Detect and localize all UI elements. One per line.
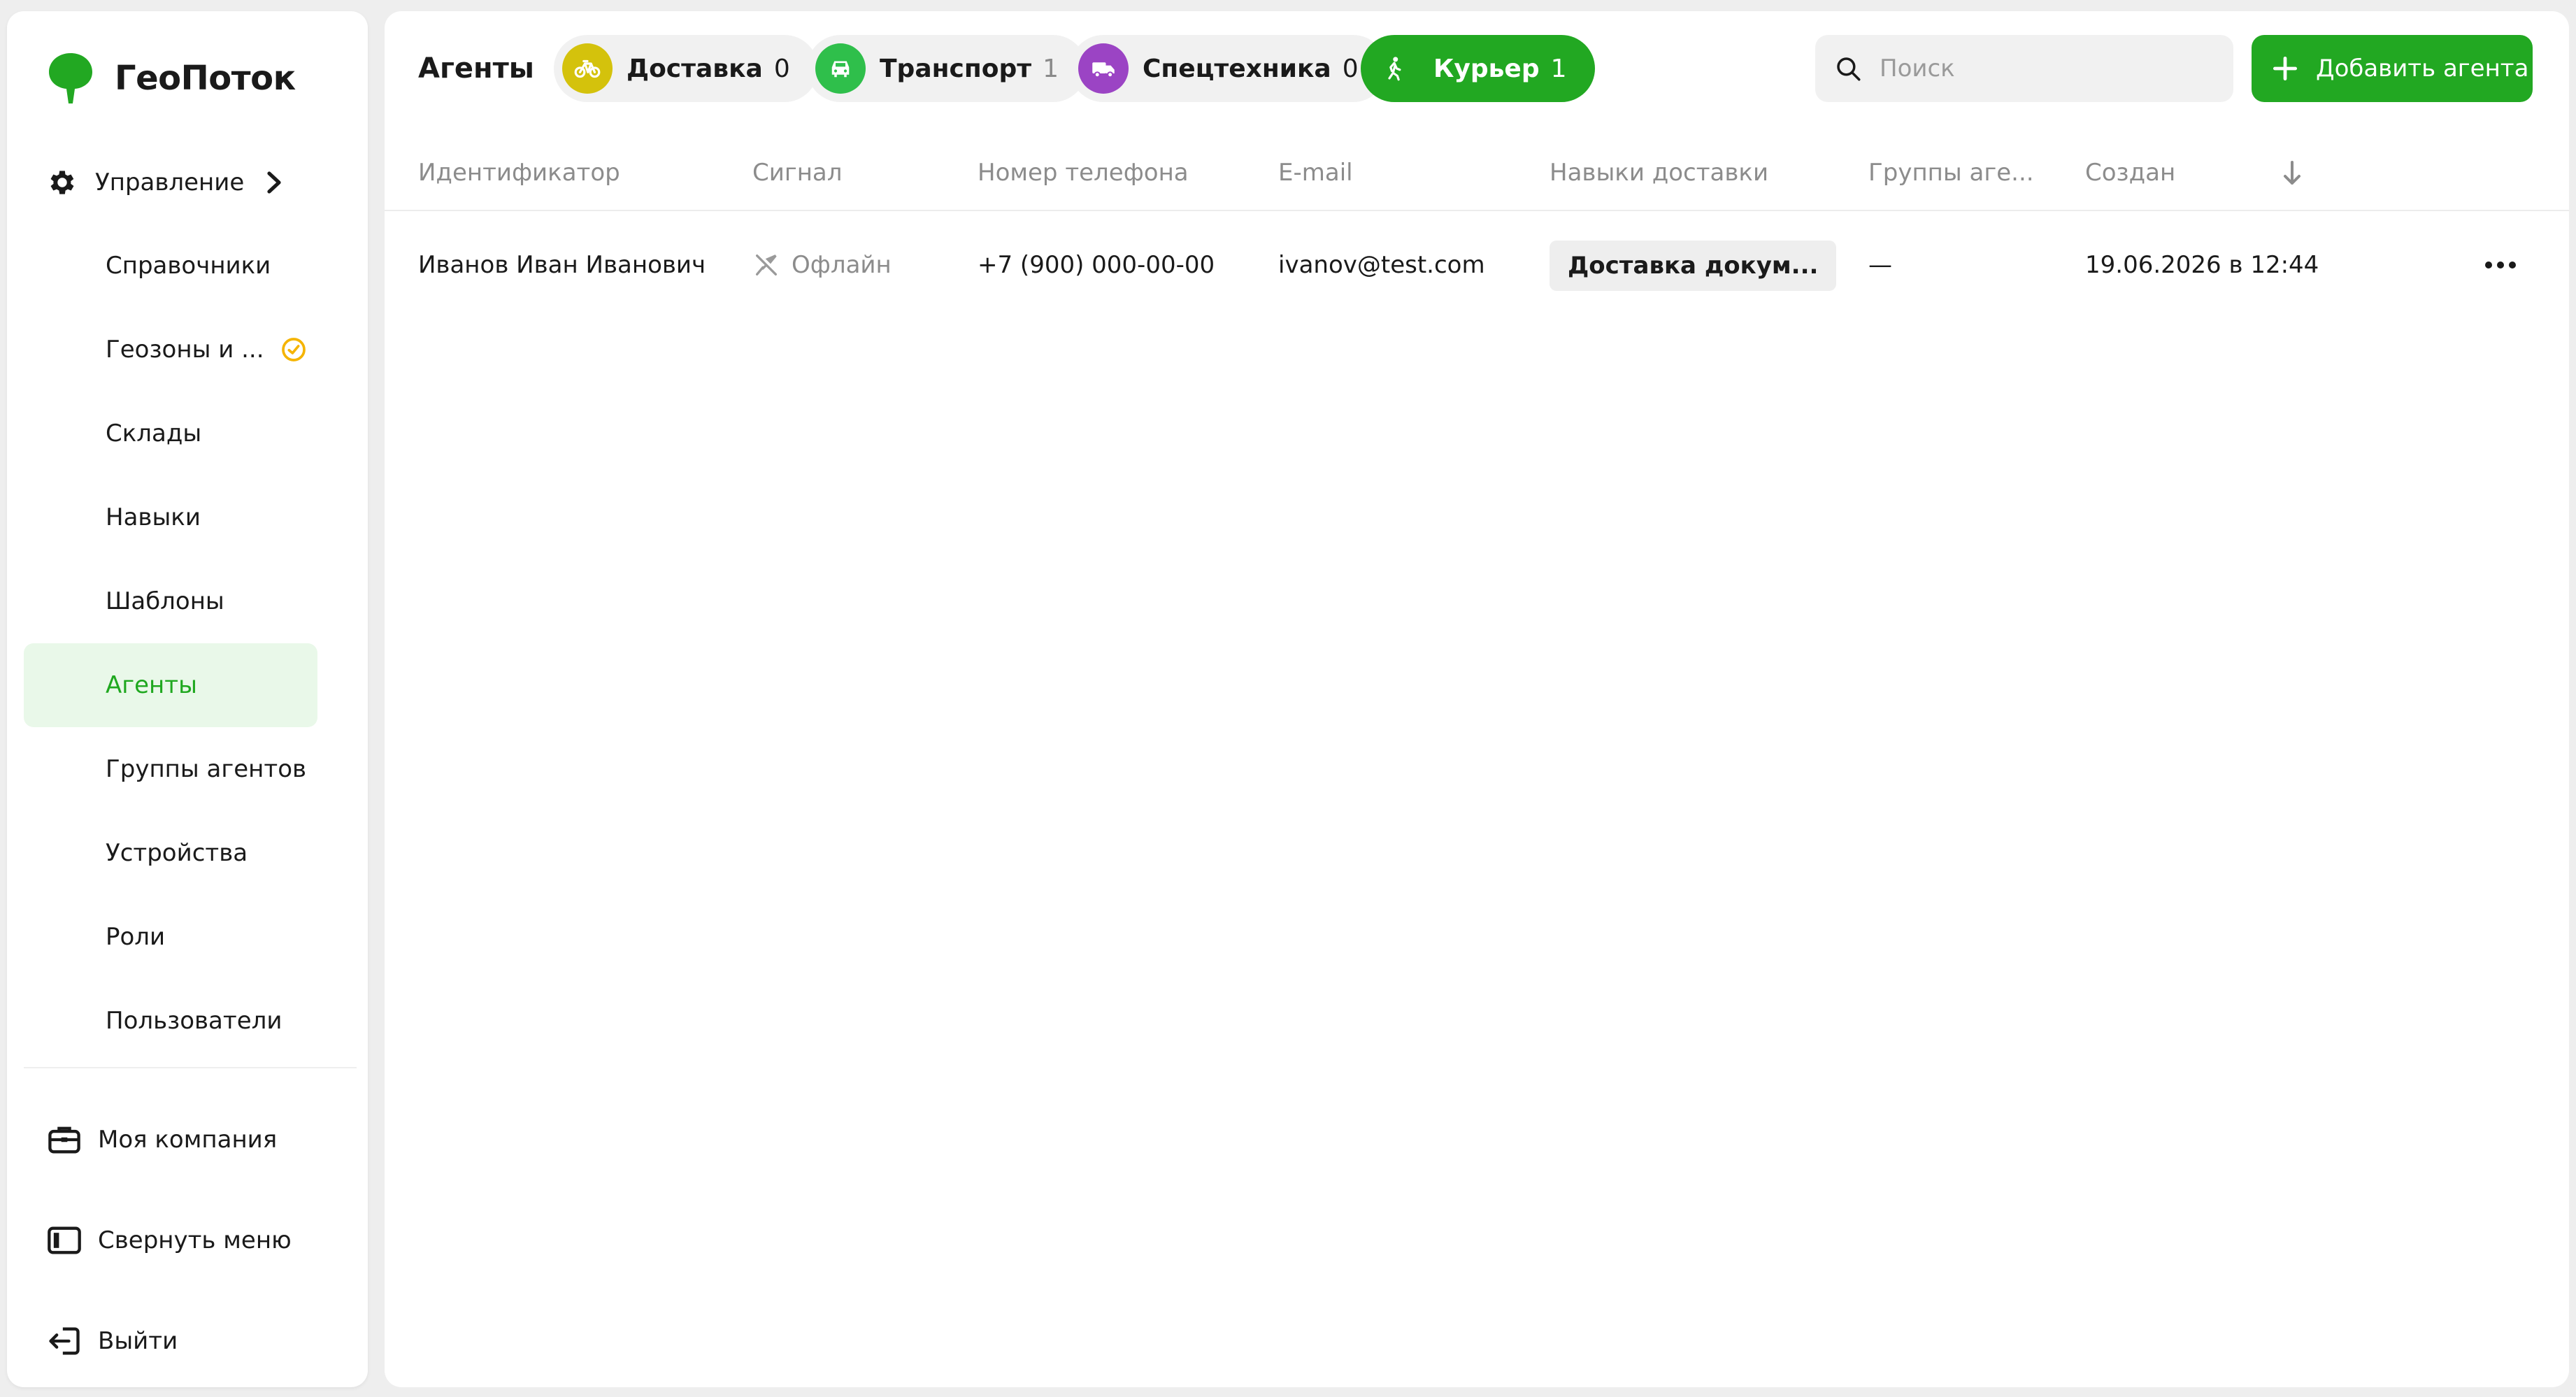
add-agent-label: Добавить агента — [2316, 55, 2529, 83]
column-header-delivery-skills[interactable]: Навыки доставки — [1550, 134, 1768, 211]
sidebar-item-label: Пользователи — [106, 1007, 282, 1035]
sidebar-item-label: Справочники — [106, 252, 271, 280]
chip-icon-circle — [1078, 43, 1129, 94]
column-header-created[interactable]: Создан — [2085, 134, 2175, 211]
chip-count: 0 — [773, 54, 790, 83]
sidebar-item-skills[interactable]: Навыки — [24, 475, 317, 559]
sidebar-item-warehouses[interactable]: Склады — [24, 392, 317, 475]
sidebar-item-devices[interactable]: Устройства — [24, 811, 317, 895]
cell-identifier: Иванов Иван Иванович — [418, 251, 706, 279]
chip-icon-circle — [815, 43, 866, 94]
sidebar-item-directories[interactable]: Справочники — [24, 224, 317, 308]
sidebar-divider — [24, 1067, 357, 1068]
sidebar-item-label: Склады — [106, 420, 202, 447]
sidebar-item-templates[interactable]: Шаблоны — [24, 559, 317, 643]
bicycle-icon — [574, 59, 601, 78]
sidebar-item-label: Шаблоны — [106, 587, 224, 615]
brand[interactable]: ГеоПоток — [46, 50, 296, 106]
add-agent-button[interactable]: Добавить агента — [2252, 35, 2533, 102]
column-header-agent-groups[interactable]: Группы аге... — [1868, 134, 2034, 211]
cell-phone: +7 (900) 000-00-00 — [978, 251, 1215, 279]
filter-chip-special-equipment[interactable]: Спецтехника 0 — [1070, 35, 1387, 102]
sidebar-item-label: Моя компания — [98, 1126, 278, 1154]
sidebar-item-label: Свернуть меню — [98, 1226, 292, 1254]
logout-icon — [49, 1327, 80, 1355]
skill-tag[interactable]: Доставка докум... — [1550, 241, 1837, 291]
gear-icon — [50, 171, 74, 194]
column-header-email[interactable]: E-mail — [1278, 134, 1353, 211]
brand-name: ГеоПоток — [115, 59, 296, 98]
cell-email: ivanov@test.com — [1278, 251, 1485, 279]
sidebar-group-label: Управление — [95, 169, 245, 196]
sidebar-item-agent-groups[interactable]: Группы агентов — [24, 727, 317, 811]
sidebar-item-geozones[interactable]: Геозоны и ... — [24, 308, 317, 392]
sidebar-item-label: Агенты — [106, 671, 197, 699]
sidebar-item-users[interactable]: Пользователи — [24, 979, 317, 1063]
main-panel: Агенты Доставка 0 Транспорт 1 Спецтехник… — [385, 11, 2569, 1387]
sidebar-item-label: Навыки — [106, 503, 201, 531]
sort-descending-icon[interactable] — [2278, 158, 2306, 189]
cell-signal: Офлайн — [752, 213, 892, 317]
chip-icon-circle — [1369, 43, 1419, 94]
walking-person-icon — [1388, 57, 1401, 81]
filter-chip-transport[interactable]: Транспорт 1 — [807, 35, 1087, 102]
sidebar: ГеоПоток Управление Справочники Геозоны … — [7, 11, 368, 1387]
sidebar-group-management[interactable]: Управление — [46, 158, 283, 207]
column-header-signal[interactable]: Сигнал — [752, 134, 843, 211]
no-signal-icon — [756, 255, 777, 275]
plus-icon — [2273, 56, 2298, 81]
sidebar-item-label: Устройства — [106, 839, 248, 867]
filter-chip-delivery[interactable]: Доставка 0 — [554, 35, 818, 102]
search-input[interactable] — [1880, 55, 2215, 83]
search-box[interactable] — [1815, 35, 2233, 102]
chip-count: 0 — [1342, 54, 1359, 83]
filter-chip-courier[interactable]: Курьер 1 — [1361, 35, 1595, 102]
page-title: Агенты — [418, 52, 534, 85]
chip-count: 1 — [1043, 54, 1059, 83]
sidebar-item-label: Роли — [106, 923, 166, 951]
sidebar-item-my-company[interactable]: Моя компания — [46, 1112, 277, 1168]
chip-label: Транспорт — [880, 54, 1032, 83]
column-header-identifier[interactable]: Идентификатор — [418, 134, 620, 211]
toolbar: Агенты Доставка 0 Транспорт 1 Спецтехник… — [385, 35, 2569, 102]
chevron-right-icon[interactable] — [265, 171, 283, 194]
chip-icon-circle — [562, 43, 613, 94]
briefcase-icon — [48, 1126, 80, 1154]
geopotok-logo-icon — [49, 53, 92, 103]
more-horizontal-icon — [2485, 262, 2516, 268]
sidebar-item-label: Выйти — [98, 1327, 178, 1355]
cell-agent-groups: — — [1868, 251, 1892, 279]
chip-label: Доставка — [627, 54, 763, 83]
chip-label: Курьер — [1433, 54, 1540, 83]
sidebar-item-label: Группы агентов — [106, 755, 307, 783]
chip-label: Спецтехника — [1143, 54, 1331, 83]
car-icon — [831, 61, 850, 78]
chip-count: 1 — [1550, 54, 1567, 83]
truck-icon — [1092, 62, 1115, 78]
collapse-sidebar-icon — [48, 1226, 81, 1254]
search-icon — [1837, 57, 1861, 81]
signal-status: Офлайн — [792, 251, 892, 279]
logout-button[interactable]: Выйти — [46, 1313, 178, 1369]
sidebar-item-label: Геозоны и ... — [106, 336, 264, 364]
row-actions-button[interactable] — [2480, 248, 2521, 282]
table-row[interactable]: Иванов Иван Иванович Офлайн +7 (900) 000… — [385, 213, 2569, 317]
sidebar-item-roles[interactable]: Роли — [24, 895, 317, 979]
table-header: Идентификатор Сигнал Номер телефона E-ma… — [385, 134, 2569, 211]
collapse-menu-button[interactable]: Свернуть меню — [46, 1212, 292, 1268]
column-header-phone[interactable]: Номер телефона — [978, 134, 1189, 211]
sidebar-item-agents[interactable]: Агенты — [24, 643, 317, 727]
clock-warning-icon — [281, 338, 306, 361]
cell-created: 19.06.2026 в 12:44 — [2085, 251, 2319, 279]
